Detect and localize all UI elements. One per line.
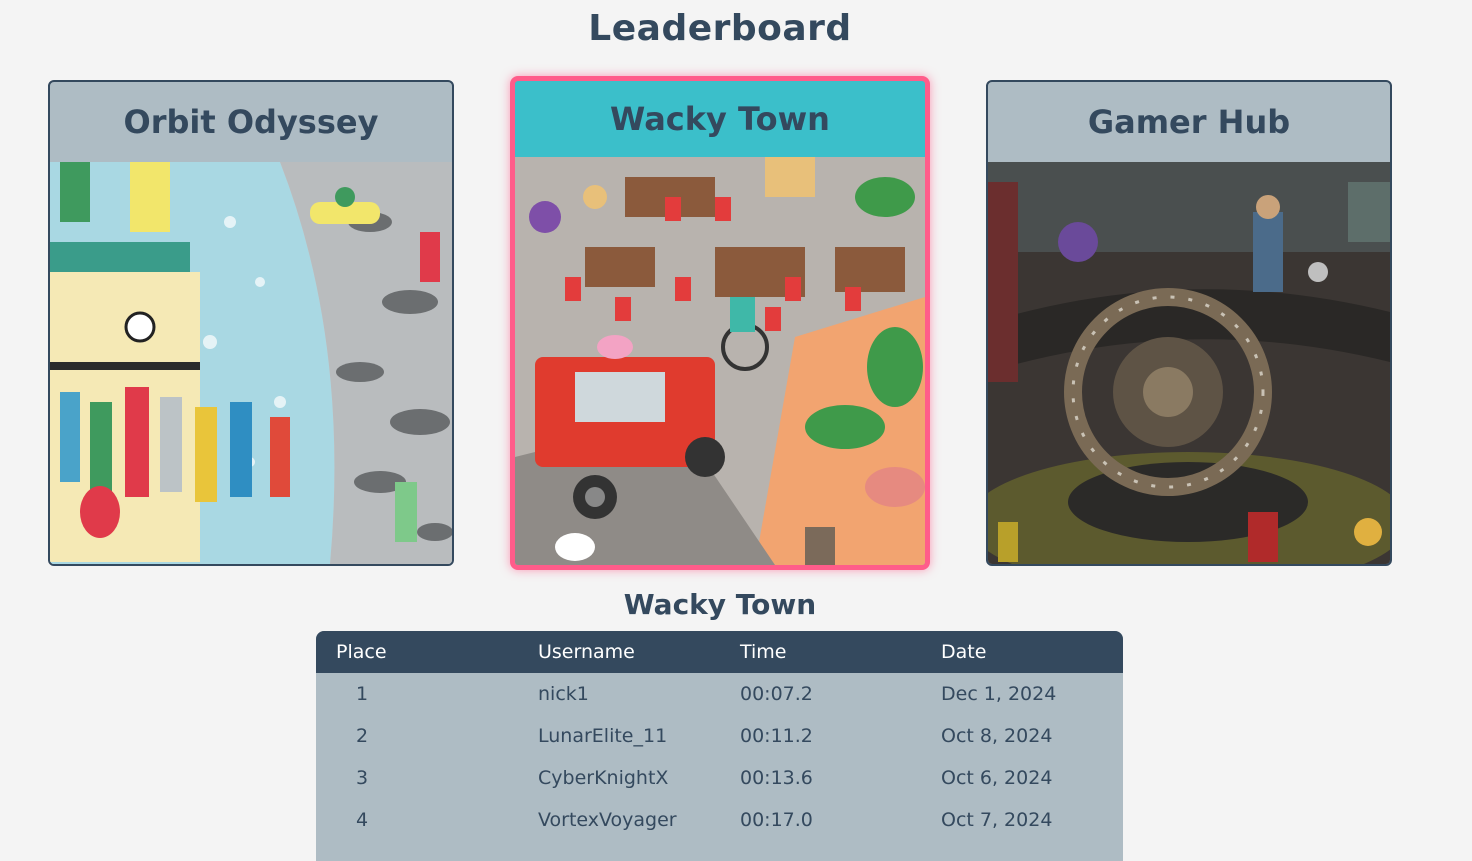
place-cell: 4 xyxy=(356,809,369,831)
page-title: Leaderboard xyxy=(588,8,852,49)
leaderboard-title: Wacky Town xyxy=(623,588,817,621)
table-header: Place Username Time Date xyxy=(316,631,1123,673)
space-scene-image xyxy=(50,162,452,564)
town-street-image xyxy=(515,157,925,565)
column-header-date: Date xyxy=(941,641,987,663)
table-row: 4 VortexVoyager 00:17.0 Oct 7, 2024 xyxy=(316,799,1123,841)
column-header-time: Time xyxy=(740,641,787,663)
date-cell: Oct 7, 2024 xyxy=(941,809,1053,831)
place-cell: 1 xyxy=(356,683,369,705)
date-cell: Oct 8, 2024 xyxy=(941,725,1053,747)
username-cell: LunarElite_11 xyxy=(538,725,668,747)
date-cell: Dec 1, 2024 xyxy=(941,683,1057,705)
time-cell: 00:11.2 xyxy=(740,725,813,747)
table-row: 2 LunarElite_11 00:11.2 Oct 8, 2024 xyxy=(316,715,1123,757)
game-card-title: Wacky Town xyxy=(610,100,830,138)
time-cell: 00:17.0 xyxy=(740,809,813,831)
game-card-orbit-odyssey[interactable]: Orbit Odyssey xyxy=(48,80,454,566)
game-card-title: Orbit Odyssey xyxy=(123,103,379,141)
date-cell: Oct 6, 2024 xyxy=(941,767,1053,789)
username-cell: VortexVoyager xyxy=(538,809,677,831)
game-card-wacky-town[interactable]: Wacky Town xyxy=(510,76,930,570)
username-cell: CyberKnightX xyxy=(538,767,669,789)
time-cell: 00:13.6 xyxy=(740,767,813,789)
column-header-place: Place xyxy=(336,641,387,663)
place-cell: 3 xyxy=(356,767,369,789)
table-row: 3 CyberKnightX 00:13.6 Oct 6, 2024 xyxy=(316,757,1123,799)
game-card-title: Gamer Hub xyxy=(1087,103,1291,141)
game-card-gamer-hub[interactable]: Gamer Hub xyxy=(986,80,1392,566)
place-cell: 2 xyxy=(356,725,369,747)
dark-gamer-hub-image xyxy=(988,162,1390,564)
username-cell: nick1 xyxy=(538,683,589,705)
leaderboard-table: Place Username Time Date 1 nick1 00:07.2… xyxy=(316,631,1123,861)
time-cell: 00:07.2 xyxy=(740,683,813,705)
column-header-username: Username xyxy=(538,641,635,663)
table-row: 1 nick1 00:07.2 Dec 1, 2024 xyxy=(316,673,1123,715)
